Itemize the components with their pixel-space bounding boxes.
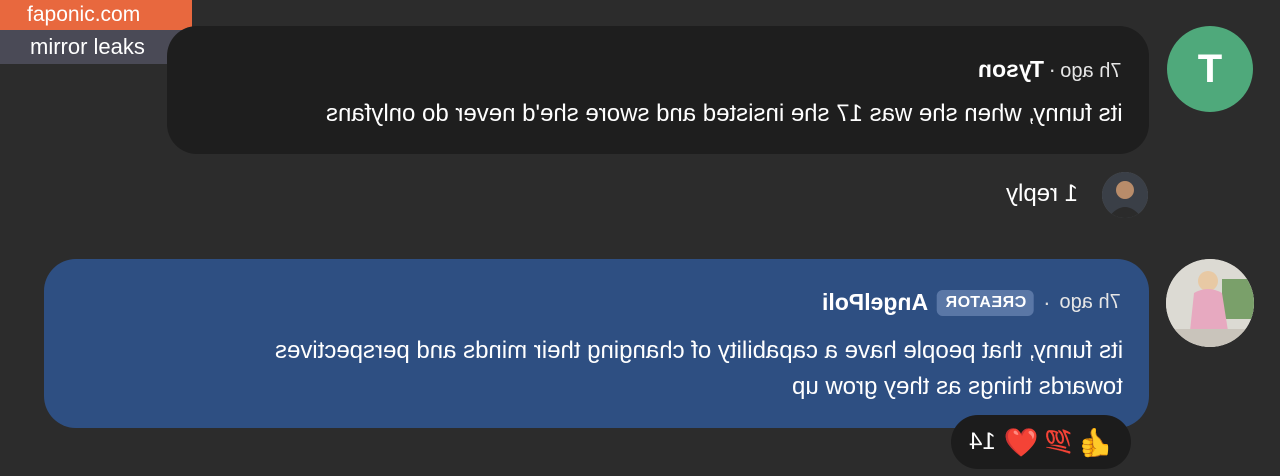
reactions-pill[interactable]: 👍 💯 ❤️ 14 [951,415,1131,469]
creator-avatar-photo [1166,259,1254,347]
thumbs-up-icon: 👍 [1078,426,1113,458]
comment-header-creator: 7h ago · CREATOR AngelPoli [822,289,1121,316]
comment-bubble-angelpoli: 7h ago · CREATOR AngelPoli its funny, th… [44,259,1149,428]
avatar-angelpoli[interactable] [1166,259,1254,347]
creator-badge: CREATOR [937,289,1035,316]
reply-avatar-photo [1102,172,1148,218]
comment-author[interactable]: AngelPoli [822,289,928,316]
comment-author[interactable]: Tyson [978,56,1044,82]
comment-time: 7h ago [1059,60,1121,82]
comment-text-line1: its funny, that people have a capability… [274,337,1123,364]
comment-text-line2: towards things as they grow up [792,373,1123,400]
replies-link[interactable]: 1 reply [1006,180,1078,208]
watermark-tagline: mirror leaks [0,30,192,64]
watermark: faponic.com mirror leaks [0,0,192,64]
comment-time: 7h ago [1059,291,1121,313]
heart-icon: ❤️ [1003,426,1039,458]
hundred-icon: 💯 [1044,429,1073,454]
reaction-count: 14 [969,428,996,455]
meta-separator: · [1048,57,1056,82]
meta-separator: · [1043,289,1051,315]
comment-bubble-tyson: 7h ago · Tyson its funny, when she was 1… [167,26,1149,154]
avatar-tyson[interactable]: T [1167,26,1253,112]
comment-header-mirrored: 7h ago · Tyson [978,56,1121,83]
comment-text: its funny, when she was 17 she insisted … [326,100,1123,127]
reply-avatar [1102,172,1148,218]
watermark-site: faponic.com [0,0,192,30]
avatar-letter: T [1197,46,1223,91]
